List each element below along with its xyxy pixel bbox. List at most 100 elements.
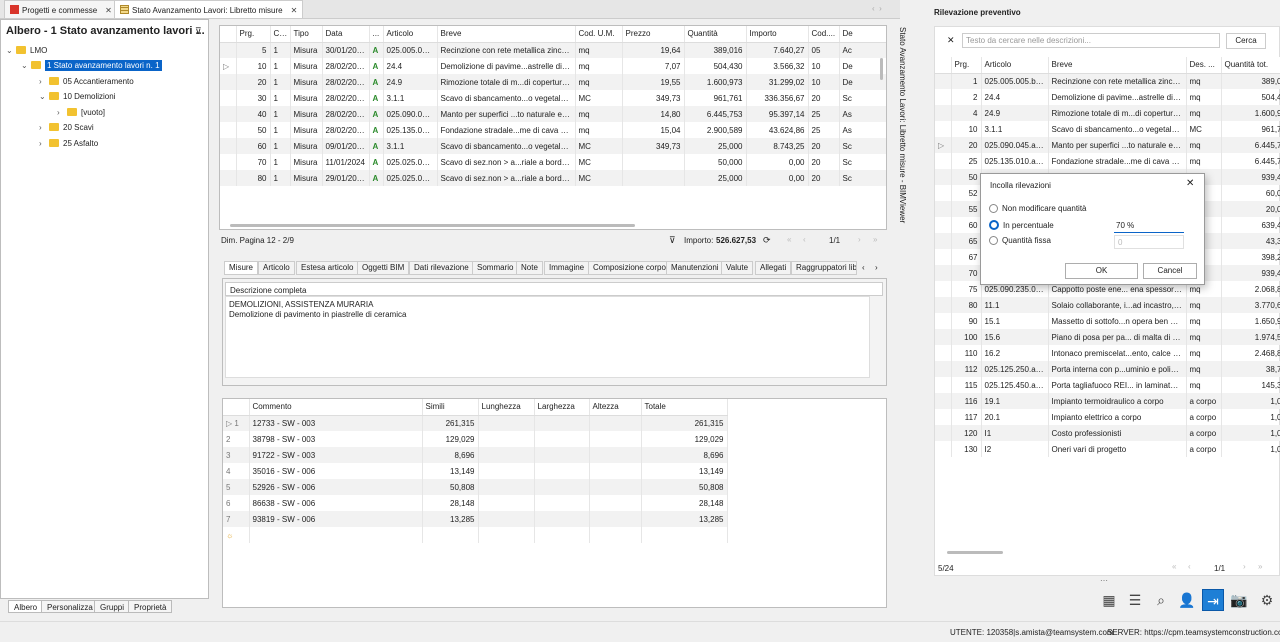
description-text-area[interactable]: DEMOLIZIONI, ASSISTENZA MURARIA Demolizi… — [225, 296, 870, 378]
column-header[interactable]: Simili — [422, 399, 479, 416]
ok-button[interactable]: OK — [1065, 263, 1138, 279]
column-header[interactable]: De — [839, 26, 886, 43]
row-indicator[interactable] — [935, 105, 952, 121]
grid-view-icon[interactable]: ▦ — [1098, 589, 1120, 611]
tab-gruppi[interactable]: Gruppi — [94, 600, 131, 613]
last-page-icon[interactable]: » — [873, 235, 877, 244]
row-indicator[interactable] — [935, 281, 952, 297]
close-icon[interactable]: ✕ — [291, 6, 298, 15]
row-indicator[interactable] — [935, 201, 952, 217]
row-indicator[interactable] — [935, 169, 952, 185]
row-indicator[interactable] — [220, 122, 237, 138]
next-page-icon[interactable]: › — [1243, 562, 1246, 571]
row-indicator[interactable] — [935, 313, 952, 329]
column-header[interactable]: Altezza — [589, 399, 642, 416]
last-page-icon[interactable]: » — [1258, 562, 1262, 571]
column-header[interactable]: Articolo — [981, 57, 1049, 74]
table-row[interactable]: 100 15.6 Piano di posa per pa... di malta … — [935, 329, 1280, 345]
main-grid-vscrollbar[interactable] — [880, 58, 883, 80]
row-indicator[interactable] — [935, 377, 952, 393]
radio-icon[interactable] — [989, 236, 998, 245]
table-row[interactable]: 70 1 Misura 11/01/2024 A 025.025.010... Scavo … — [220, 154, 886, 170]
tab-allegati[interactable]: Allegati — [755, 261, 792, 275]
prev-page-icon[interactable]: ‹ — [1188, 562, 1191, 571]
table-row[interactable]: 116 19.1 Impianto termoidraulico a corpo a … — [935, 393, 1280, 409]
table-row[interactable]: 2 38798 - SW - 003 129,029 129,029 — [223, 431, 728, 447]
first-page-icon[interactable]: « — [1172, 562, 1176, 571]
user-info-icon[interactable]: 👤 — [1176, 589, 1198, 611]
row-indicator[interactable] — [935, 329, 952, 345]
column-header[interactable]: Prg. — [951, 57, 982, 74]
settings-icon[interactable]: ⚙ — [1256, 589, 1278, 611]
column-header[interactable]: Totale — [641, 399, 728, 416]
tab-immagine[interactable]: Immagine — [544, 261, 590, 275]
chevron-right-icon[interactable]: › — [39, 120, 49, 135]
column-header[interactable]: Prezzo — [622, 26, 685, 43]
tabs-prev-icon[interactable]: ‹ — [862, 263, 865, 272]
tab-sommario[interactable]: Sommario — [472, 261, 519, 275]
table-row[interactable]: 112 025.125.250.a00 Porta interna con p...… — [935, 361, 1280, 377]
tab-articolo[interactable]: Articolo — [258, 261, 295, 275]
column-header[interactable]: Cod.... — [270, 26, 291, 43]
tab-dati-rilevazione[interactable]: Dati rilevazione — [409, 261, 474, 275]
column-header[interactable]: Commento — [249, 399, 423, 416]
option-percent[interactable]: In percentuale — [989, 220, 1054, 230]
tab-libretto-misure[interactable]: Stato Avanzamento Lavori: Libretto misur… — [114, 0, 304, 18]
table-row[interactable]: 90 15.1 Massetto di sottofo...n opera ben … — [935, 313, 1280, 329]
table-row[interactable]: 3 91722 - SW - 003 8,696 8,696 — [223, 447, 728, 463]
row-indicator[interactable] — [935, 233, 952, 249]
row-indicator[interactable] — [220, 90, 237, 106]
table-row[interactable]: 60 1 Misura 09/01/2024 A 3.1.1 Scavo di sbanca… — [220, 138, 886, 154]
row-indicator[interactable] — [935, 425, 952, 441]
row-indicator[interactable] — [220, 42, 237, 58]
empty-cell[interactable] — [422, 527, 479, 543]
column-header[interactable]: Cod.... — [808, 26, 840, 43]
table-row[interactable]: 1 025.005.005.b00 Recinzione con rete meta… — [935, 73, 1280, 89]
chevron-right-icon[interactable]: › — [57, 105, 67, 120]
row-indicator[interactable] — [935, 409, 952, 425]
fixed-input[interactable]: 0 — [1114, 235, 1184, 249]
tab-composizione-corpo[interactable]: Composizione corpo — [588, 261, 671, 275]
table-row[interactable]: ▷ 10 1 Misura 28/02/2020 A 24.4 Demolizione di … — [220, 58, 886, 74]
row-indicator[interactable] — [935, 217, 952, 233]
tab-personalizza[interactable]: Personalizza — [41, 600, 99, 613]
row-indicator[interactable]: ▷ — [220, 58, 237, 74]
new-row[interactable]: ☼ — [223, 527, 728, 543]
tab-oggetti-bim[interactable]: Oggetti BIM — [357, 261, 410, 275]
tree-node-vuoto[interactable]: › [vuoto] — [57, 105, 105, 120]
row-indicator[interactable] — [935, 249, 952, 265]
table-row[interactable]: 5 52926 - SW - 006 50,808 50,808 — [223, 479, 728, 495]
radio-icon[interactable] — [989, 204, 998, 213]
column-header[interactable]: Larghezza — [534, 399, 590, 416]
search-icon[interactable]: ⌕ — [1150, 589, 1172, 611]
table-row[interactable]: 40 1 Misura 28/02/2020 A 025.090.045... Manto … — [220, 106, 886, 122]
table-row[interactable]: 110 16.2 Intonaco premiscelat...ento, calc… — [935, 345, 1280, 361]
empty-cell[interactable] — [249, 527, 423, 543]
main-grid-hscrollbar[interactable] — [230, 224, 635, 227]
search-button[interactable]: Cerca — [1226, 33, 1266, 49]
tree-node-scavi[interactable]: › 20 Scavi — [39, 120, 94, 135]
bimviewer-side-tab[interactable]: Stato Avanzamento Lavori: Libretto misur… — [896, 25, 912, 285]
export-icon[interactable]: ⇥ — [1202, 589, 1224, 611]
chevron-right-icon[interactable]: › — [39, 74, 49, 89]
table-row[interactable]: ▷ 1 12733 - SW - 003 261,315 261,315 — [223, 415, 728, 431]
table-row[interactable]: 115 025.125.450.a00 Porta tagliafuoco REI.… — [935, 377, 1280, 393]
table-row[interactable]: 120I1Costo professionistia corpo1,0 — [935, 425, 1280, 441]
tab-raggruppatori[interactable]: Raggruppatori libe — [791, 261, 857, 275]
column-header[interactable]: Data — [322, 26, 370, 43]
tab-valute[interactable]: Valute — [721, 261, 754, 275]
tree-node-sal[interactable]: ⌄ 1 Stato avanzamento lavori n. 1 — [21, 58, 162, 73]
table-row[interactable]: 10 3.1.1 Scavo di sbancamento...o vegetale… — [935, 121, 1280, 137]
row-indicator[interactable] — [220, 170, 237, 186]
column-header[interactable]: Breve — [1048, 57, 1187, 74]
tab-progetti-commesse[interactable]: Progetti e commesse ✕ — [4, 0, 118, 18]
option-no-change[interactable]: Non modificare quantità — [989, 204, 1087, 213]
row-indicator[interactable] — [935, 393, 952, 409]
refresh-icon[interactable]: ⟳ — [763, 235, 771, 246]
pin-icon[interactable]: ⊽ — [195, 26, 202, 37]
empty-cell[interactable] — [478, 527, 535, 543]
prev-page-icon[interactable]: ‹ — [803, 235, 806, 244]
close-icon[interactable]: ✕ — [1186, 178, 1194, 189]
row-indicator[interactable] — [220, 74, 237, 90]
tree-node-accantieramento[interactable]: › 05 Accantieramento — [39, 74, 134, 89]
